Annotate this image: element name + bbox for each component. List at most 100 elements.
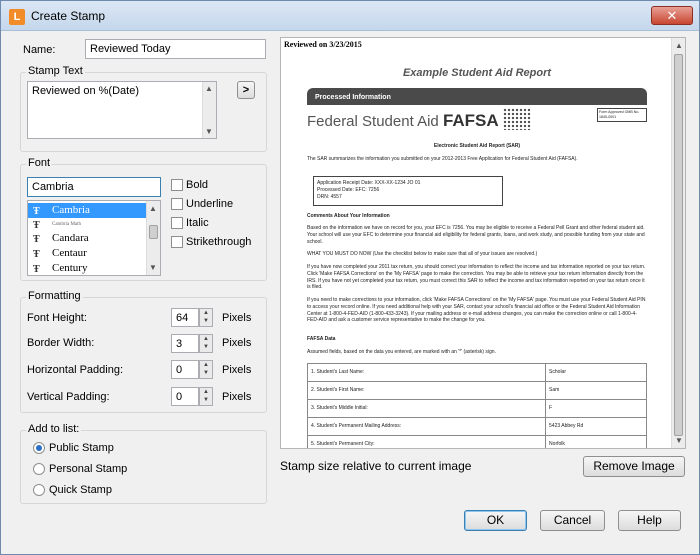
title-bar: L Create Stamp ✕	[1, 1, 699, 31]
insert-variable-button[interactable]: >	[237, 81, 255, 99]
scroll-down-icon[interactable]: ▼	[205, 127, 213, 136]
border-width-spinner[interactable]: ▲ ▼	[199, 334, 213, 353]
create-stamp-dialog: L Create Stamp ✕ Name: Reviewed Today St…	[0, 0, 700, 555]
sar-heading: Electronic Student Aid Report (SAR)	[433, 143, 521, 149]
form-approved-box: Form Approved OMB No. 1845-0001	[597, 108, 647, 122]
close-button[interactable]: ✕	[651, 6, 693, 25]
table-cell: Sam	[545, 381, 647, 400]
stamp-preview[interactable]: Reviewed on 3/23/2015 Example Student Ai…	[280, 37, 686, 449]
bold-checkbox[interactable]	[171, 179, 183, 191]
font-item-century[interactable]: Ŧ Century	[28, 261, 146, 275]
border-width-input[interactable]: 3	[171, 334, 199, 353]
font-item-candara[interactable]: Ŧ Candara	[28, 231, 146, 246]
stamp-text-input[interactable]: Reviewed on %(Date)	[27, 81, 217, 139]
font-label: Font	[26, 157, 53, 169]
ok-button[interactable]: OK	[464, 510, 527, 531]
doc-title: Example Student Aid Report	[402, 67, 552, 79]
formatting-label: Formatting	[26, 290, 83, 302]
table-row: 4. Student's Permanent Mailing Address: 5…	[306, 417, 647, 436]
doc-paragraph: WHAT YOU MUST DO NOW (Use the checklist …	[307, 251, 538, 257]
help-button[interactable]: Help	[618, 510, 681, 531]
receipt-line: DRN: 4557	[317, 193, 342, 200]
scroll-thumb[interactable]	[149, 225, 158, 239]
public-stamp-label: Public Stamp	[49, 442, 114, 454]
scroll-up-icon[interactable]: ▲	[149, 204, 157, 213]
scroll-up-icon[interactable]: ▲	[675, 41, 683, 50]
personal-stamp-label: Personal Stamp	[49, 463, 128, 475]
spin-down-icon[interactable]: ▼	[200, 369, 212, 377]
remove-image-button[interactable]: Remove Image	[583, 456, 685, 477]
table-cell: 3. Student's Middle Initial:	[306, 399, 547, 418]
vertical-padding-spinner[interactable]: ▲ ▼	[199, 387, 213, 406]
scroll-up-icon[interactable]: ▲	[205, 84, 213, 93]
fafsa-heading: FAFSA Data	[307, 336, 336, 342]
horizontal-padding-label: Horizontal Padding:	[27, 364, 124, 376]
border-width-unit: Pixels	[222, 337, 252, 349]
horizontal-padding-spinner[interactable]: ▲ ▼	[199, 360, 213, 379]
font-height-unit: Pixels	[222, 312, 252, 324]
strikethrough-checkbox[interactable]	[171, 236, 183, 248]
vertical-padding-input[interactable]: 0	[171, 387, 199, 406]
table-row: 2. Student's First Name: Sam	[306, 381, 647, 400]
fsa-dots-icon	[503, 108, 531, 130]
app-logo-icon: L	[9, 9, 25, 25]
add-to-list-label: Add to list:	[26, 423, 82, 435]
preview-scrollbar[interactable]: ▲ ▼	[671, 38, 685, 448]
quick-stamp-radio[interactable]	[33, 484, 45, 496]
scroll-down-icon[interactable]: ▼	[675, 436, 683, 445]
table-cell: Norfolk	[545, 435, 647, 448]
spin-down-icon[interactable]: ▼	[200, 317, 212, 325]
table-cell: 5. Student's Permanent City:	[306, 435, 547, 448]
table-cell: 1. Student's Last Name:	[306, 363, 547, 382]
scroll-thumb[interactable]	[674, 54, 683, 436]
fafsa-table: 1. Student's Last Name: Scholar 2. Studen…	[306, 363, 647, 448]
receipt-line: Application Receipt Date: XXX-XX-1234 JO…	[317, 180, 421, 186]
horizontal-padding-input[interactable]: 0	[171, 360, 199, 379]
public-stamp-radio[interactable]	[33, 442, 45, 454]
spin-up-icon[interactable]: ▲	[200, 335, 212, 343]
stamp-text-label: Stamp Text	[26, 65, 85, 77]
font-list-scrollbar[interactable]: ▲ ▼	[146, 201, 160, 275]
truetype-icon: Ŧ	[33, 249, 40, 260]
vertical-padding-label: Vertical Padding:	[27, 391, 110, 403]
font-input[interactable]: Cambria	[27, 177, 161, 197]
font-height-spinner[interactable]: ▲ ▼	[199, 308, 213, 327]
font-height-label: Font Height:	[27, 312, 87, 324]
font-item-label: Century	[52, 262, 88, 274]
cancel-button[interactable]: Cancel	[540, 510, 605, 531]
table-row: 3. Student's Middle Initial: F	[306, 399, 647, 418]
personal-stamp-radio[interactable]	[33, 463, 45, 475]
stamp-size-caption: Stamp size relative to current image	[280, 459, 472, 473]
table-cell: Scholar	[545, 363, 647, 382]
name-input[interactable]: Reviewed Today	[85, 39, 266, 59]
spin-down-icon[interactable]: ▼	[200, 343, 212, 351]
underline-checkbox[interactable]	[171, 198, 183, 210]
doc-banner: Processed Information	[307, 88, 647, 105]
font-listbox[interactable]: Ŧ Cambria Ŧ Cambria Math Ŧ Candara Ŧ Centaur…	[27, 200, 161, 276]
doc-paragraph: Based on the information we have on reco…	[307, 225, 645, 245]
truetype-icon: Ŧ	[33, 264, 40, 275]
doc-paragraph: If you have now completed your 2011 tax …	[307, 264, 646, 291]
horizontal-padding-unit: Pixels	[222, 364, 252, 376]
table-cell: 5423 Abbey Rd	[545, 417, 647, 436]
spin-down-icon[interactable]: ▼	[200, 396, 212, 404]
name-label: Name:	[23, 44, 56, 56]
font-item-cambria[interactable]: Ŧ Cambria	[28, 203, 146, 218]
italic-label: Italic	[186, 217, 209, 229]
truetype-icon: Ŧ	[33, 234, 40, 245]
font-item-label: Cambria Math	[52, 222, 82, 227]
stamp-text-scrollbar[interactable]: ▲ ▼	[202, 82, 216, 138]
spin-up-icon[interactable]: ▲	[200, 388, 212, 396]
spin-up-icon[interactable]: ▲	[200, 309, 212, 317]
font-height-input[interactable]: 64	[171, 308, 199, 327]
quick-stamp-label: Quick Stamp	[49, 484, 112, 496]
spin-up-icon[interactable]: ▲	[200, 361, 212, 369]
receipt-box: Application Receipt Date: XXX-XX-1234 JO…	[313, 176, 503, 206]
fsa-logo-prefix: Federal Student Aid	[307, 113, 439, 130]
fafsa-note: Assumed fields, based on the data you en…	[307, 349, 496, 355]
scroll-down-icon[interactable]: ▼	[149, 263, 157, 272]
bold-label: Bold	[186, 179, 209, 191]
font-item-cambria-math[interactable]: Ŧ Cambria Math	[28, 217, 146, 232]
italic-checkbox[interactable]	[171, 217, 183, 229]
font-item-centaur[interactable]: Ŧ Centaur	[28, 246, 146, 261]
